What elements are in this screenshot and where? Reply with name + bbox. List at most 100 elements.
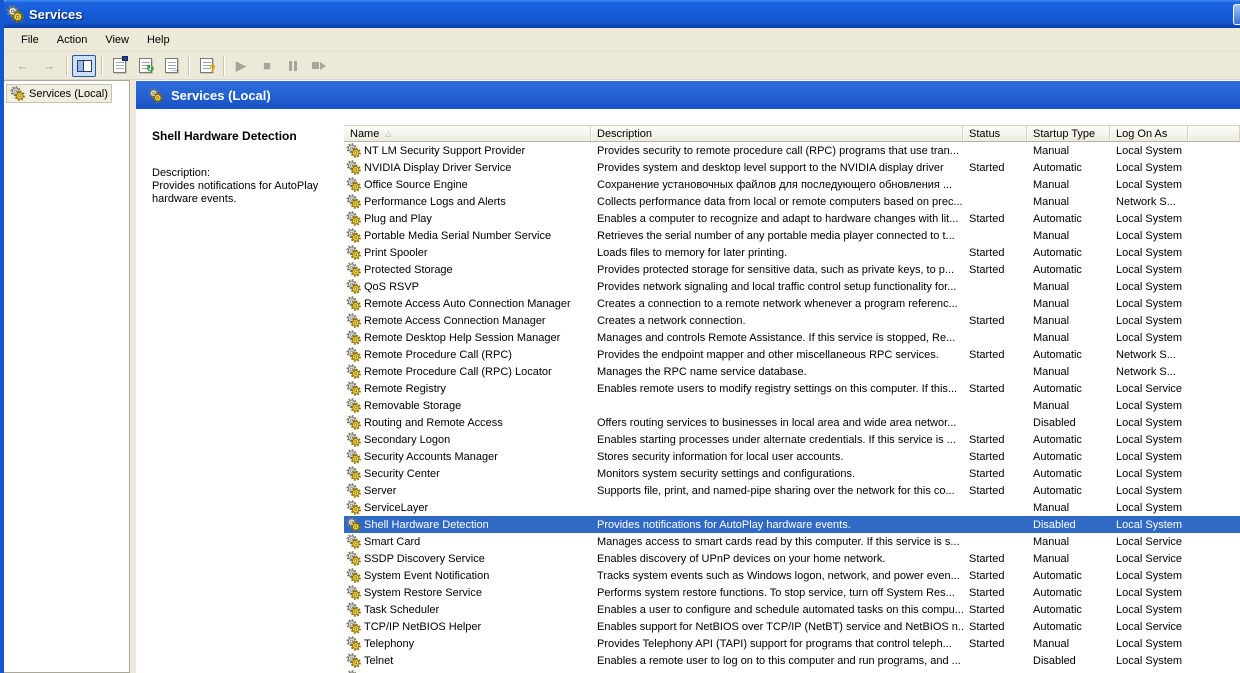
description-label: Description: — [152, 167, 211, 179]
service-log-on-as-cell: Local System — [1116, 603, 1183, 616]
column-header-status[interactable]: Status — [963, 126, 1027, 141]
sort-ascending-icon: △ — [385, 129, 392, 138]
service-log-on-as-cell: Local System — [1116, 161, 1183, 174]
service-row[interactable]: Remote Registry Enables remote users to m… — [344, 380, 1240, 397]
service-row[interactable]: Remote Desktop Help Session Manager Manag… — [344, 329, 1240, 346]
service-startup-type-cell: Disabled — [1033, 518, 1076, 531]
export-list-button[interactable]: → — [159, 55, 183, 77]
service-description-cell: Provides protected storage for sensitive… — [597, 263, 955, 276]
service-row[interactable]: Print Spooler Loads files to memory for l… — [344, 244, 1240, 261]
back-button: ← — [11, 55, 35, 77]
service-row[interactable]: Plug and Play Enables a computer to recog… — [344, 210, 1240, 227]
service-row[interactable]: TCP/IP NetBIOS Helper Enables support for… — [344, 618, 1240, 635]
service-row[interactable]: Server Supports file, print, and named-pi… — [344, 482, 1240, 499]
service-startup-type-cell: Automatic — [1033, 263, 1082, 276]
tree-item-services-local[interactable]: Services (Local) — [6, 84, 112, 103]
service-description-cell: Enables support for NetBIOS over TCP/IP … — [597, 620, 963, 633]
service-name-cell: Telnet — [344, 653, 591, 668]
service-description-cell: Manages the RPC name service database. — [597, 365, 807, 378]
refresh-button[interactable]: ↻ — [133, 55, 157, 77]
menu-action[interactable]: Action — [48, 31, 97, 49]
column-header-name[interactable]: Name △ — [344, 126, 591, 141]
service-row[interactable]: Security Accounts Manager Stores security… — [344, 448, 1240, 465]
service-row[interactable]: Smart Card Manages access to smart cards … — [344, 533, 1240, 550]
service-row[interactable] — [344, 669, 1240, 673]
service-status-cell: Started — [969, 263, 1005, 276]
service-startup-type-cell: Manual — [1033, 280, 1070, 293]
service-log-on-as-cell: Local Service — [1116, 620, 1183, 633]
pause-service-button — [281, 55, 305, 77]
service-gears-icon — [346, 313, 361, 328]
service-status-cell: Started — [969, 637, 1005, 650]
service-row[interactable]: Remote Access Auto Connection Manager Cre… — [344, 295, 1240, 312]
service-log-on-as-cell: Local System — [1116, 280, 1183, 293]
column-header-startup-type[interactable]: Startup Type — [1027, 126, 1110, 141]
service-row[interactable]: Portable Media Serial Number Service Retr… — [344, 227, 1240, 244]
window-title: Services — [29, 6, 83, 22]
service-row[interactable]: SSDP Discovery Service Enables discovery … — [344, 550, 1240, 567]
service-row[interactable]: Performance Logs and Alerts Collects perf… — [344, 193, 1240, 210]
service-gears-icon — [346, 228, 361, 243]
menu-file[interactable]: File — [12, 31, 48, 49]
service-row[interactable]: Office Source Engine Сохранение установоч… — [344, 176, 1240, 193]
service-row[interactable]: Removable Storage Manual Local System — [344, 397, 1240, 414]
service-name-cell: Office Source Engine — [344, 177, 591, 192]
service-log-on-as-cell: Local System — [1116, 569, 1183, 582]
service-row[interactable]: Routing and Remote Access Offers routing … — [344, 414, 1240, 431]
service-row[interactable]: NT LM Security Support Provider Provides … — [344, 142, 1240, 159]
service-row[interactable]: Remote Procedure Call (RPC) Locator Manag… — [344, 363, 1240, 380]
properties-button[interactable] — [107, 55, 131, 77]
service-row[interactable]: Telephony Provides Telephony API (TAPI) s… — [344, 635, 1240, 652]
service-gears-icon — [346, 466, 361, 481]
service-row[interactable]: Telnet Enables a remote user to log on to… — [344, 652, 1240, 669]
service-log-on-as-cell: Network S... — [1116, 348, 1176, 361]
service-gears-icon — [346, 500, 361, 515]
menu-help[interactable]: Help — [138, 31, 179, 49]
service-log-on-as-cell: Local System — [1116, 314, 1183, 327]
service-startup-type-cell: Manual — [1033, 535, 1070, 548]
column-header-description[interactable]: Description — [591, 126, 963, 141]
service-name-cell: QoS RSVP — [344, 279, 591, 294]
service-row-selected[interactable]: Shell Hardware Detection Provides notific… — [344, 516, 1240, 533]
service-log-on-as-cell: Network S... — [1116, 365, 1176, 378]
service-row[interactable]: System Restore Service Performs system re… — [344, 584, 1240, 601]
menu-view[interactable]: View — [96, 31, 138, 49]
service-gears-icon — [346, 194, 361, 209]
column-header-log-on-as[interactable]: Log On As — [1110, 126, 1188, 141]
service-description-cell: Offers routing services to businesses in… — [597, 416, 957, 429]
service-name-cell: Shell Hardware Detection — [344, 517, 591, 532]
services-gears-icon — [148, 87, 163, 103]
service-status-cell: Started — [969, 382, 1005, 395]
service-log-on-as-cell: Local System — [1116, 467, 1183, 480]
service-row[interactable]: Secondary Logon Enables starting processe… — [344, 431, 1240, 448]
service-gears-icon — [346, 262, 361, 277]
service-gears-icon — [346, 568, 361, 583]
service-row[interactable]: Remote Access Connection Manager Creates … — [344, 312, 1240, 329]
service-description-cell: Monitors system security settings and co… — [597, 467, 856, 480]
service-log-on-as-cell: Network S... — [1116, 195, 1176, 208]
service-row[interactable]: System Event Notification Tracks system e… — [344, 567, 1240, 584]
services-table-header: Name △ Description Status Startup Type Log On… — [344, 125, 1240, 142]
service-status-cell: Started — [969, 348, 1005, 361]
service-startup-type-cell: Automatic — [1033, 586, 1082, 599]
service-row[interactable]: Security Center Monitors system security … — [344, 465, 1240, 482]
service-name-cell: NT LM Security Support Provider — [344, 143, 591, 158]
service-log-on-as-cell: Local System — [1116, 586, 1183, 599]
service-status-cell: Started — [969, 603, 1005, 616]
service-name-cell: Print Spooler — [344, 245, 591, 260]
service-log-on-as-cell: Local System — [1116, 416, 1183, 429]
service-row[interactable]: Protected Storage Provides protected stor… — [344, 261, 1240, 278]
service-row[interactable]: NVIDIA Display Driver Service Provides sy… — [344, 159, 1240, 176]
titlebar-button-partial[interactable] — [1233, 4, 1240, 25]
service-row[interactable]: QoS RSVP Provides network signaling and l… — [344, 278, 1240, 295]
service-row[interactable]: ServiceLayer Manual Local System — [344, 499, 1240, 516]
service-startup-type-cell: Manual — [1033, 178, 1070, 191]
service-gears-icon — [346, 279, 361, 294]
service-status-cell: Started — [969, 161, 1005, 174]
service-row[interactable]: Remote Procedure Call (RPC) Provides the … — [344, 346, 1240, 363]
service-description-cell: Supports file, print, and named-pipe sha… — [597, 484, 955, 497]
service-gears-icon — [346, 364, 361, 379]
show-hide-console-tree-button[interactable] — [72, 54, 96, 77]
help-button[interactable]: ? — [194, 55, 218, 77]
service-row[interactable]: Task Scheduler Enables a user to configur… — [344, 601, 1240, 618]
